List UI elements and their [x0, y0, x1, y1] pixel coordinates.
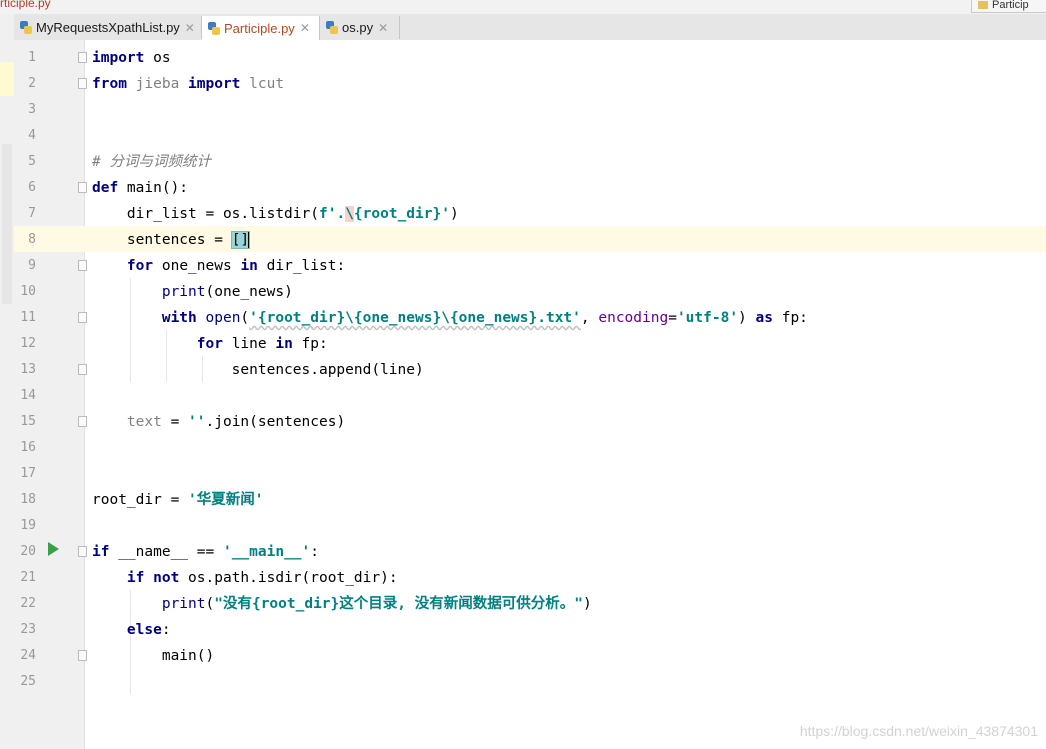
- code-line-22: print("没有{root_dir}这个目录, 没有新闻数据可供分析。"): [161, 596, 592, 612]
- tool-window-strip: [0, 14, 14, 749]
- code-line-9: for one_news in dir_list:: [126, 258, 346, 274]
- line-number: 1: [28, 50, 36, 65]
- line-number: 6: [28, 180, 36, 195]
- line-number: 7: [28, 206, 36, 221]
- fold-marker-icon[interactable]: [78, 546, 87, 557]
- fold-marker-icon[interactable]: [78, 312, 87, 323]
- tab-label: os.py: [342, 20, 374, 35]
- window-top-strip: rticiple.py Particip: [0, 0, 1046, 14]
- line-number: 21: [20, 570, 36, 585]
- line-number: 23: [20, 622, 36, 637]
- close-tab-icon[interactable]: ✕: [185, 21, 195, 35]
- line-number: 19: [20, 518, 36, 533]
- line-number: 18: [20, 492, 36, 507]
- structure-marker: [2, 144, 12, 304]
- code-line-23: else:: [126, 622, 171, 638]
- line-number: 14: [20, 388, 36, 403]
- line-number: 20: [20, 544, 36, 559]
- tab-os[interactable]: os.py ✕: [320, 16, 400, 39]
- tab-participle[interactable]: Participle.py ✕: [202, 16, 320, 40]
- python-file-icon: [208, 21, 220, 35]
- code-line-13: sentences.append(line): [92, 362, 424, 378]
- python-file-icon: [20, 21, 32, 34]
- file-icon: [978, 1, 988, 10]
- line-number: 22: [20, 596, 36, 611]
- line-number: 10: [20, 284, 36, 299]
- code-line-15: text = ''.join(sentences): [126, 414, 346, 430]
- editor-tab-bar: MyRequestsXpathList.py ✕ Participle.py ✕…: [14, 14, 1046, 41]
- python-file-icon: [326, 21, 338, 34]
- code-line-7: dir_list = os.listdir(f'.\{root_dir}'): [92, 206, 459, 222]
- tab-label: MyRequestsXpathList.py: [36, 20, 180, 35]
- line-number: 5: [28, 154, 36, 169]
- code-editor[interactable]: [85, 40, 1046, 749]
- top-file-label: rticiple.py: [0, 0, 51, 10]
- code-line-11: with open('{root_dir}\{one_news}\{one_ne…: [161, 310, 808, 326]
- line-number: 12: [20, 336, 36, 351]
- line-number: 25: [20, 674, 36, 689]
- code-line-6: def main():: [92, 180, 189, 196]
- code-line-20: if __name__ == '__main__':: [92, 544, 320, 560]
- fold-marker-icon[interactable]: [78, 78, 87, 89]
- code-line-18: root_dir = '华夏新闻': [92, 492, 264, 508]
- line-number: 4: [28, 128, 36, 143]
- run-arrow-icon[interactable]: [48, 542, 59, 556]
- line-number: 17: [20, 466, 36, 481]
- tab-label: Participle.py: [224, 20, 295, 36]
- line-number: 11: [20, 310, 36, 325]
- line-number: 16: [20, 440, 36, 455]
- code-line-21: if not os.path.isdir(root_dir):: [126, 570, 398, 586]
- watermark: https://blog.csdn.net/weixin_43874301: [799, 723, 1038, 739]
- line-number: 24: [20, 648, 36, 663]
- fold-marker-icon[interactable]: [78, 260, 87, 271]
- close-tab-icon[interactable]: ✕: [378, 21, 388, 35]
- code-line-2: from jieba import lcut: [92, 76, 285, 92]
- line-number: 9: [28, 258, 36, 273]
- text-cursor: [248, 231, 251, 249]
- code-line-10: print(one_news): [161, 284, 293, 300]
- line-number: 15: [20, 414, 36, 429]
- line-number: 3: [28, 102, 36, 117]
- code-line-8: sentences = []: [92, 231, 251, 249]
- fold-marker-icon[interactable]: [78, 364, 87, 375]
- fold-marker-icon[interactable]: [78, 182, 87, 193]
- line-number: 2: [28, 76, 36, 91]
- fold-marker-icon[interactable]: [78, 416, 87, 427]
- highlight-marker: [0, 62, 14, 96]
- code-line-24: main(): [92, 648, 215, 664]
- fold-marker-icon[interactable]: [78, 650, 87, 661]
- fold-marker-icon[interactable]: [78, 52, 87, 63]
- code-line-1: import os: [92, 50, 171, 66]
- code-line-5: # 分词与词频统计: [92, 154, 211, 170]
- line-number: 13: [20, 362, 36, 377]
- line-number: 8: [28, 232, 36, 247]
- code-line-12: for line in fp:: [196, 336, 328, 352]
- tab-myrequestsxpathlist[interactable]: MyRequestsXpathList.py ✕: [14, 16, 202, 39]
- close-tab-icon[interactable]: ✕: [300, 21, 310, 35]
- top-right-tab[interactable]: Particip: [971, 0, 1046, 13]
